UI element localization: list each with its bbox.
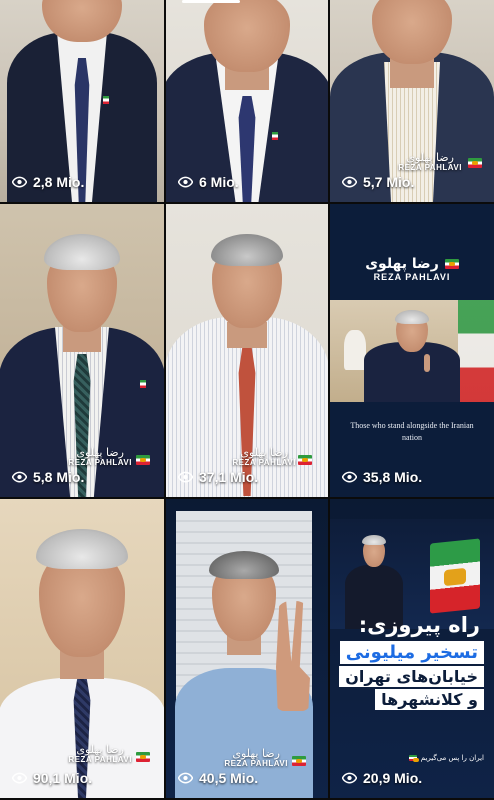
eye-icon bbox=[342, 176, 357, 188]
video-grid: 2,8 Mio. 6 Mio. رضا پهلوی REZA PAHLAVI 5… bbox=[0, 0, 494, 800]
view-count-text: 2,8 Mio. bbox=[33, 174, 85, 190]
channel-watermark: رضا پهلوی REZA PAHLAVI bbox=[224, 748, 288, 768]
lion-sun-emblem-icon bbox=[468, 158, 482, 168]
eye-icon bbox=[178, 471, 193, 483]
scroll-indicator bbox=[182, 0, 240, 3]
eye-icon bbox=[12, 471, 27, 483]
victory-hand bbox=[276, 601, 310, 711]
watermark-fa: رضا پهلوی bbox=[76, 743, 124, 757]
view-count: 20,9 Mio. bbox=[342, 770, 422, 786]
video-thumbnail-6[interactable]: رضا پهلوی REZA PAHLAVI Those who stand a… bbox=[330, 204, 494, 499]
watermark-en: REZA PAHLAVI bbox=[68, 457, 132, 467]
view-count-text: 37,1 Mio. bbox=[199, 469, 259, 485]
view-count-text: 5,7 Mio. bbox=[363, 174, 415, 190]
view-count-text: 35,8 Mio. bbox=[363, 469, 423, 485]
view-count: 37,1 Mio. bbox=[178, 469, 258, 485]
video-thumbnail-9[interactable]: راه پیروزی: تسخیر میلیونی خیابان‌های تهر… bbox=[330, 499, 494, 800]
logo-fa: رضا پهلوی bbox=[365, 256, 439, 272]
channel-watermark: رضا پهلوی REZA PAHLAVI bbox=[398, 152, 462, 172]
headline-line-1: راه پیروزی: bbox=[358, 613, 480, 637]
video-caption: Those who stand alongside the Iranian na… bbox=[350, 421, 474, 442]
view-count: 5,8 Mio. bbox=[12, 469, 84, 485]
view-count: 90,1 Mio. bbox=[12, 770, 92, 786]
view-count: 6 Mio. bbox=[178, 174, 239, 190]
person-figure bbox=[0, 0, 164, 202]
view-count-text: 5,8 Mio. bbox=[33, 469, 85, 485]
watermark-en: REZA PAHLAVI bbox=[232, 457, 296, 467]
headline-line-2: تسخیر میلیونی bbox=[339, 641, 484, 664]
slogan-footer: ایران را پس می‌گیریم bbox=[408, 754, 484, 762]
view-count: 35,8 Mio. bbox=[342, 469, 422, 485]
view-count-text: 40,5 Mio. bbox=[199, 770, 259, 786]
lion-sun-emblem-icon bbox=[444, 259, 459, 269]
watermark-fa: رضا پهلوی bbox=[232, 747, 280, 761]
lion-sun-emblem-icon bbox=[136, 455, 150, 465]
channel-logo: رضا پهلوی REZA PAHLAVI bbox=[330, 256, 494, 282]
eye-icon bbox=[342, 772, 357, 784]
iran-lion-sun-flag-icon bbox=[430, 538, 480, 614]
channel-watermark: رضا پهلوی REZA PAHLAVI bbox=[232, 447, 296, 467]
video-thumbnail-4[interactable]: رضا پهلوی REZA PAHLAVI 5,8 Mio. bbox=[0, 204, 166, 499]
headline-line-4: و کلانشهرها bbox=[375, 689, 484, 710]
video-thumbnail-1[interactable]: 2,8 Mio. bbox=[0, 0, 166, 204]
lion-sun-emblem-icon bbox=[292, 756, 306, 766]
video-thumbnail-7[interactable]: رضا پهلوی REZA PAHLAVI 90,1 Mio. bbox=[0, 499, 166, 800]
lion-sun-emblem-icon bbox=[408, 755, 419, 762]
inset-photo bbox=[330, 300, 494, 402]
eye-icon bbox=[12, 772, 27, 784]
view-count-text: 20,9 Mio. bbox=[363, 770, 423, 786]
watermark-fa: رضا پهلوی bbox=[240, 446, 288, 460]
video-thumbnail-8[interactable]: رضا پهلوی REZA PAHLAVI 40,5 Mio. bbox=[166, 499, 330, 800]
watermark-fa: رضا پهلوی bbox=[406, 151, 454, 165]
view-count: 5,7 Mio. bbox=[342, 174, 414, 190]
person-figure bbox=[166, 0, 328, 202]
watermark-en: REZA PAHLAVI bbox=[398, 162, 462, 172]
headline: راه پیروزی: تسخیر میلیونی خیابان‌های تهر… bbox=[336, 611, 484, 710]
watermark-en: REZA PAHLAVI bbox=[68, 754, 132, 764]
watermark-fa: رضا پهلوی bbox=[76, 446, 124, 460]
video-thumbnail-3[interactable]: رضا پهلوی REZA PAHLAVI 5,7 Mio. bbox=[330, 0, 494, 204]
slogan-text: ایران را پس می‌گیریم bbox=[420, 754, 484, 762]
view-count-text: 6 Mio. bbox=[199, 174, 239, 190]
eye-icon bbox=[178, 176, 193, 188]
headline-line-3: خیابان‌های تهران bbox=[339, 666, 484, 687]
channel-watermark: رضا پهلوی REZA PAHLAVI bbox=[68, 744, 132, 764]
eye-icon bbox=[342, 471, 357, 483]
view-count: 2,8 Mio. bbox=[12, 174, 84, 190]
lion-sun-emblem-icon bbox=[298, 455, 312, 465]
watermark-en: REZA PAHLAVI bbox=[224, 758, 288, 768]
eye-icon bbox=[12, 176, 27, 188]
view-count-text: 90,1 Mio. bbox=[33, 770, 93, 786]
eye-icon bbox=[178, 772, 193, 784]
channel-watermark: رضا پهلوی REZA PAHLAVI bbox=[68, 447, 132, 467]
lion-sun-emblem-icon bbox=[136, 752, 150, 762]
video-thumbnail-5[interactable]: رضا پهلوی REZA PAHLAVI 37,1 Mio. bbox=[166, 204, 330, 499]
video-thumbnail-2[interactable]: 6 Mio. bbox=[166, 0, 330, 204]
logo-en: REZA PAHLAVI bbox=[373, 272, 451, 282]
view-count: 40,5 Mio. bbox=[178, 770, 258, 786]
